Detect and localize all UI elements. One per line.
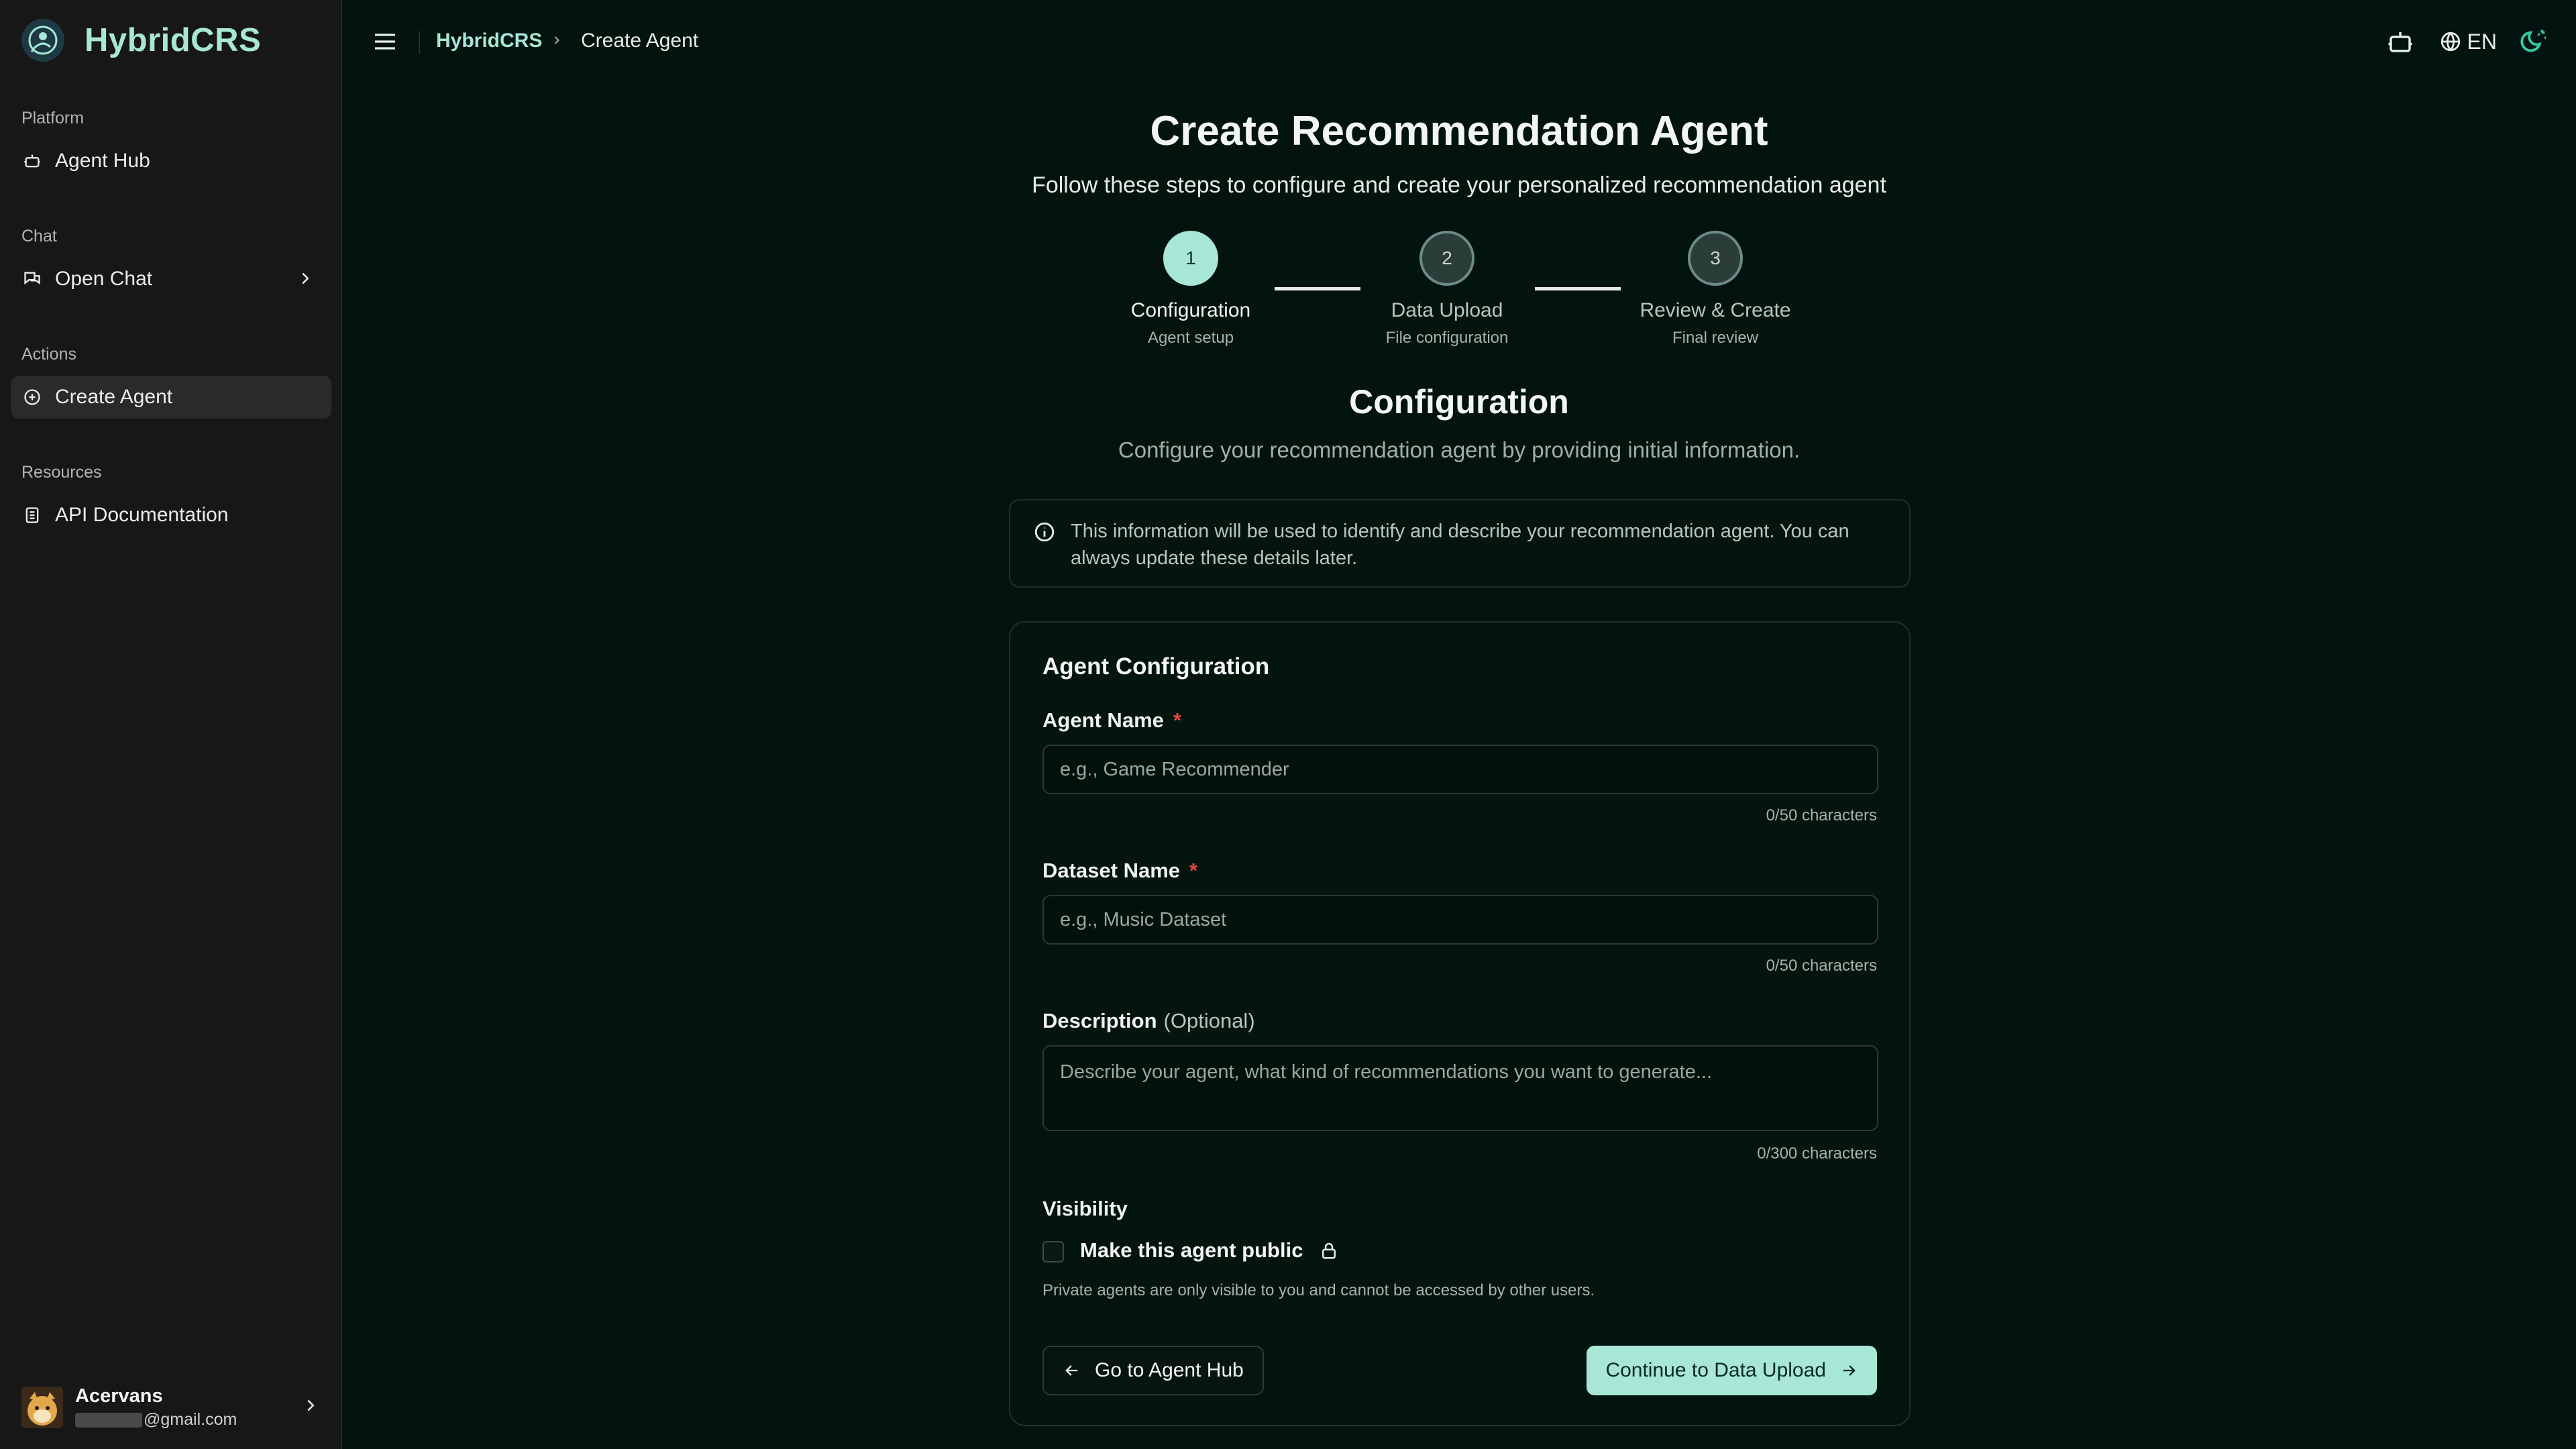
sidebar-item-label: Open Chat: [55, 268, 153, 290]
required-mark: *: [1173, 708, 1181, 732]
sidebar-item-create-agent[interactable]: Create Agent: [11, 376, 331, 419]
sidebar-group-chat: Chat: [21, 227, 57, 246]
chat-icon: [21, 268, 43, 290]
card-title: Agent Configuration: [1042, 653, 1270, 680]
sidebar-group-platform: Platform: [21, 109, 85, 127]
required-mark: *: [1189, 859, 1198, 882]
button-label: Continue to Data Upload: [1605, 1359, 1826, 1381]
info-alert: This information will be used to identif…: [1009, 499, 1911, 588]
button-label: Go to Agent Hub: [1095, 1359, 1244, 1381]
user-menu[interactable]: Acervans @gmail.com: [21, 1381, 323, 1434]
bot-icon[interactable]: [2384, 25, 2416, 58]
sidebar-item-agent-hub[interactable]: Agent Hub: [11, 140, 331, 182]
section-subtitle: Configure your recommendation agent by p…: [1118, 437, 1801, 462]
brand-logo-icon: [21, 19, 64, 62]
dataset-name-input[interactable]: [1042, 895, 1878, 945]
sidebar-item-label: Create Agent: [55, 386, 173, 408]
visibility-note: Private agents are only visible to you a…: [1042, 1281, 1595, 1299]
dataset-name-label: Dataset Name *: [1042, 859, 1198, 882]
breadcrumb-root[interactable]: HybridCRS: [436, 30, 542, 52]
plus-circle-icon: [21, 386, 43, 408]
document-icon: [21, 504, 43, 526]
description-textarea[interactable]: [1042, 1045, 1878, 1131]
top-header: HybridCRS Create Agent EN: [342, 0, 2576, 85]
user-email: @gmail.com: [75, 1410, 237, 1430]
page-header: Create Recommendation Agent Follow these…: [342, 107, 2576, 199]
sidebar-item-open-chat[interactable]: Open Chat: [11, 258, 331, 301]
lock-icon: [1319, 1240, 1339, 1260]
bot-icon: [21, 150, 43, 172]
step-label: Configuration: [1130, 299, 1251, 321]
dataset-name-counter: 0/50 characters: [1766, 957, 1877, 975]
brand[interactable]: HybridCRS: [21, 19, 261, 62]
step-number: 2: [1419, 231, 1474, 286]
section-title: Configuration: [1349, 383, 1569, 421]
info-icon: [1033, 521, 1056, 547]
step-number: 3: [1688, 231, 1743, 286]
agent-name-input[interactable]: [1042, 745, 1878, 794]
sidebar: HybridCRS Platform Agent Hub Chat Open C…: [0, 0, 342, 1449]
step-connector: [1275, 287, 1360, 290]
arrow-right-icon: [1839, 1361, 1858, 1380]
make-public-checkbox[interactable]: [1042, 1241, 1064, 1263]
sidebar-item-label: Agent Hub: [55, 150, 150, 172]
sidebar-item-api-documentation[interactable]: API Documentation: [11, 494, 331, 537]
breadcrumb-current: Create Agent: [581, 30, 699, 52]
chevron-right-icon[interactable]: [301, 1395, 321, 1419]
header-divider: [419, 31, 420, 54]
language-code: EN: [2467, 29, 2497, 54]
step-configuration: 1 Configuration Agent setup: [1104, 231, 1278, 347]
page-title: Create Recommendation Agent: [1150, 108, 1768, 154]
redacted-email-prefix: [75, 1412, 142, 1428]
step-number: 1: [1163, 231, 1218, 286]
go-to-agent-hub-button[interactable]: Go to Agent Hub: [1042, 1346, 1264, 1395]
sidebar-group-actions: Actions: [21, 345, 76, 364]
language-selector[interactable]: EN: [2439, 30, 2497, 54]
brand-name: HybridCRS: [85, 22, 262, 58]
breadcrumb-chevron-icon: [550, 34, 564, 50]
chevron-right-icon[interactable]: [295, 268, 315, 294]
agent-name-label: Agent Name *: [1042, 708, 1181, 732]
sidebar-item-label: API Documentation: [55, 504, 229, 526]
step-data-upload: 2 Data Upload File configuration: [1360, 231, 1534, 347]
agent-configuration-card: Agent Configuration Agent Name* 0/50 cha…: [1009, 621, 1911, 1426]
step-sublabel: File configuration: [1385, 329, 1509, 347]
agent-name-counter: 0/50 characters: [1766, 806, 1877, 824]
visibility-label: Visibility: [1042, 1197, 1128, 1220]
step-review-create: 3 Review & Create Final review: [1628, 231, 1803, 347]
make-public-label[interactable]: Make this agent public: [1080, 1238, 1339, 1263]
info-text: This information will be used to identif…: [1071, 521, 1849, 569]
description-counter: 0/300 characters: [1757, 1144, 1877, 1163]
sidebar-group-resources: Resources: [21, 463, 102, 482]
user-name: Acervans: [75, 1385, 163, 1407]
step-label: Review & Create: [1640, 299, 1791, 321]
continue-to-data-upload-button[interactable]: Continue to Data Upload: [1587, 1346, 1877, 1395]
step-label: Data Upload: [1391, 299, 1503, 321]
theme-toggle-icon[interactable]: [2517, 25, 2549, 58]
page-subtitle: Follow these steps to configure and crea…: [1032, 172, 1886, 198]
step-sublabel: Agent setup: [1147, 329, 1234, 347]
description-label: Description (Optional): [1042, 1009, 1255, 1032]
user-email-suffix: @gmail.com: [144, 1410, 237, 1429]
optional-tag: (Optional): [1163, 1009, 1255, 1032]
menu-toggle-icon[interactable]: [372, 28, 398, 55]
step-connector: [1535, 287, 1621, 290]
globe-icon: [2440, 32, 2460, 52]
avatar: [21, 1387, 63, 1428]
arrow-left-icon: [1063, 1361, 1081, 1380]
step-sublabel: Final review: [1672, 329, 1759, 347]
stepper: 1 Configuration Agent setup 2 Data Uploa…: [1073, 231, 1845, 352]
